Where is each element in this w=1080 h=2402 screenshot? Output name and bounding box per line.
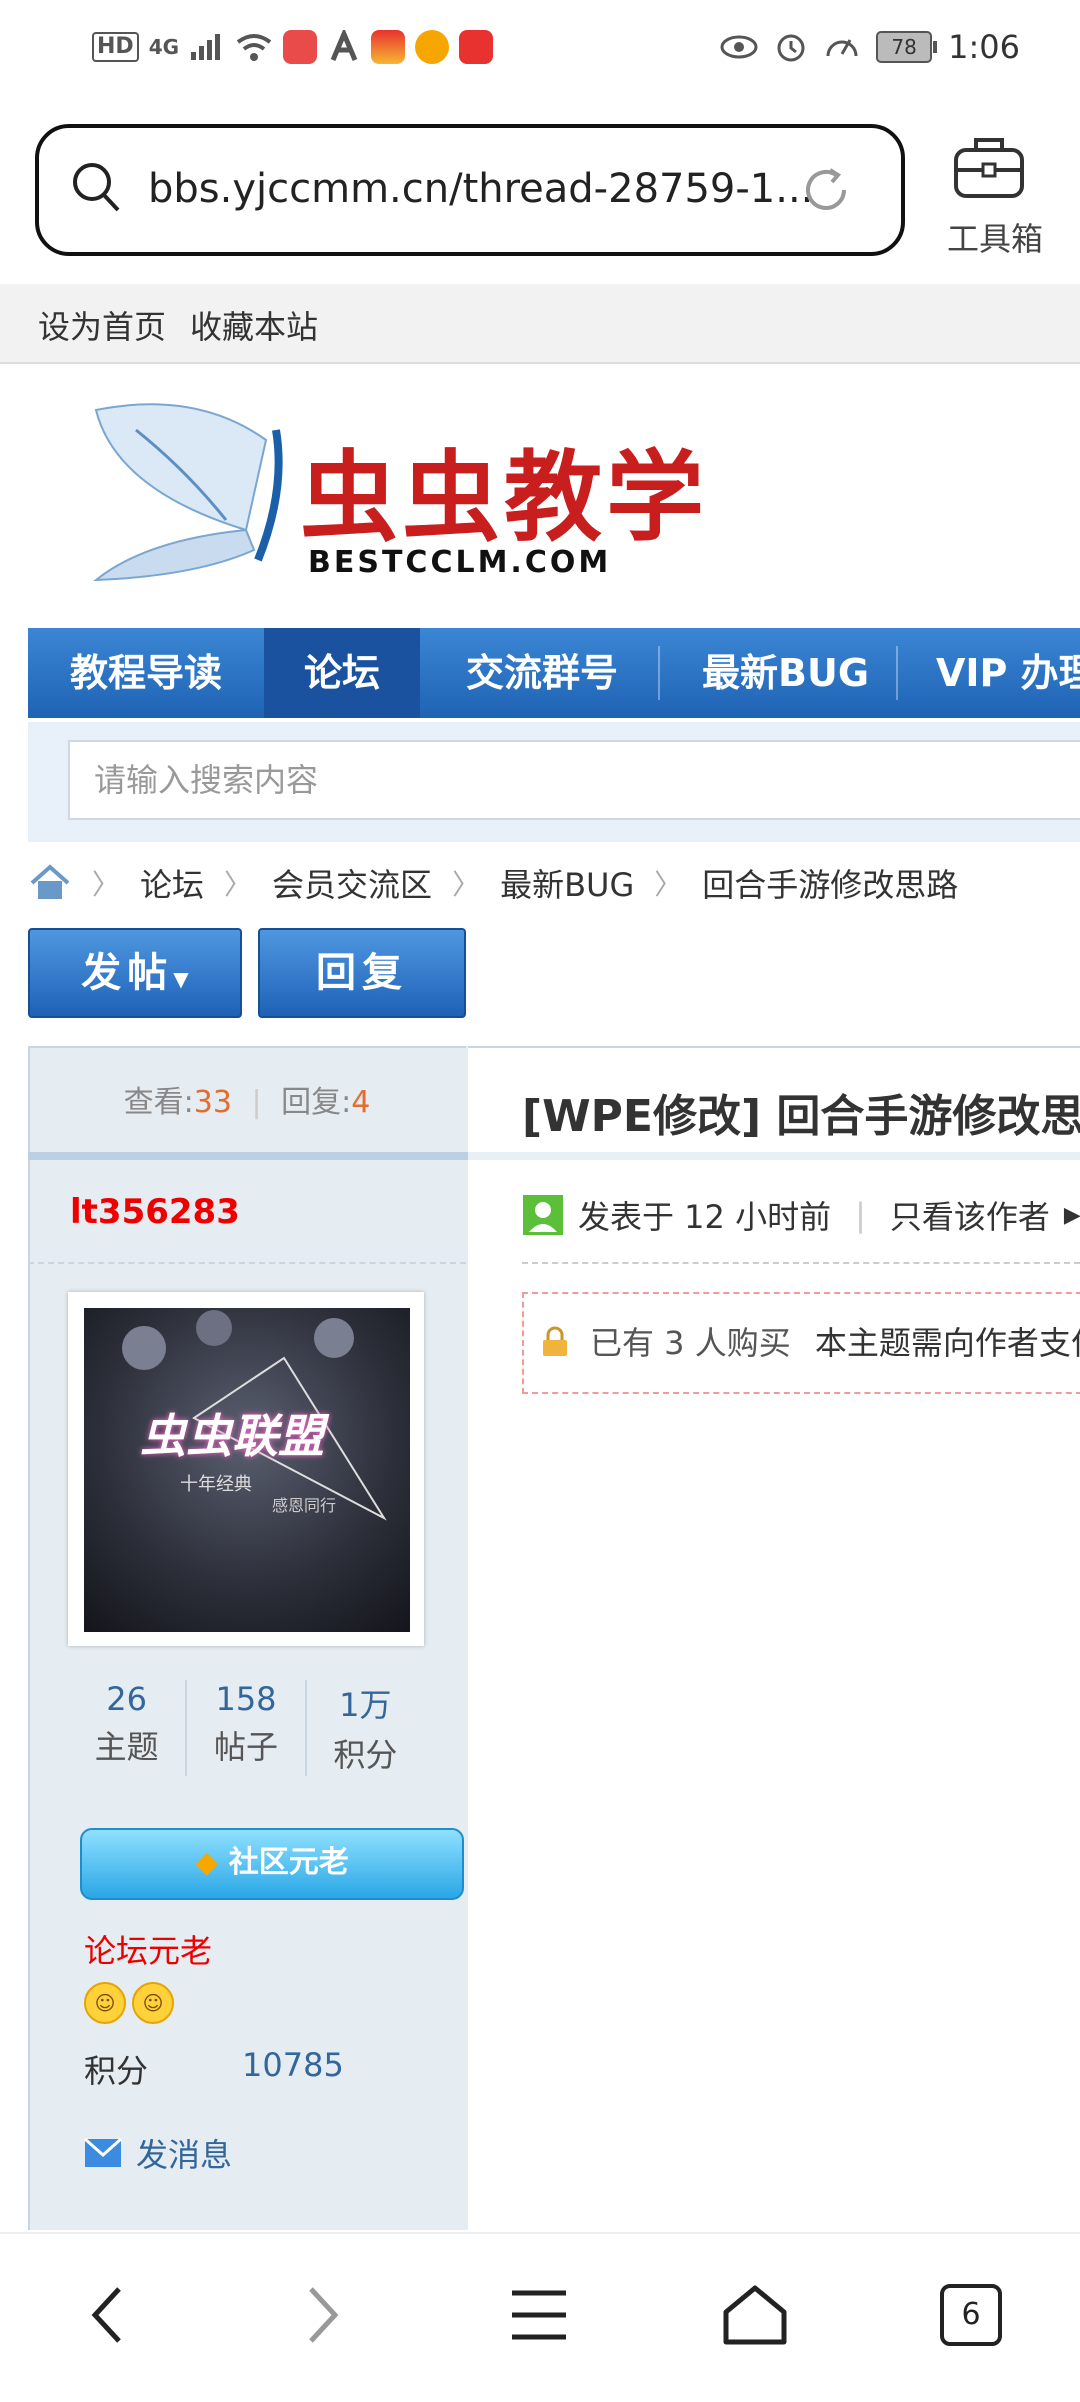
nav-vip[interactable]: VIP 办理: [936, 628, 1080, 718]
search-icon: [73, 163, 120, 212]
url-text[interactable]: bbs.yjccmm.cn/thread-28759-1...: [148, 166, 813, 212]
menu-icon: [512, 2290, 566, 2340]
home-icon: [723, 2285, 787, 2345]
chevron-right-icon: 〉: [92, 868, 121, 901]
clock: 1:06: [948, 28, 1020, 66]
divider: [28, 1152, 468, 1160]
thread-stats: 查看:33 | 回复:4: [28, 1046, 466, 1158]
taobao-app-icon: [459, 30, 494, 64]
chevron-right-icon: 〉: [654, 868, 683, 901]
caret-down-icon: ▼: [173, 967, 189, 991]
post-time: 发表于 12 小时前: [578, 1198, 832, 1236]
user-rank: 论坛元老: [84, 1932, 213, 1970]
hd-indicator: HD: [92, 32, 139, 62]
site-logo-subtitle: BESTCCLM.COM: [308, 545, 612, 580]
only-author-link[interactable]: 只看该作者: [890, 1192, 1050, 1238]
eye-icon: [720, 35, 758, 59]
smile-icon: ☺: [132, 1982, 174, 2024]
new-post-button[interactable]: 发帖▼: [28, 928, 242, 1018]
set-homepage-link[interactable]: 设为首页: [38, 302, 166, 348]
site-logo-text[interactable]: 虫虫教学: [300, 418, 708, 560]
toolbox-label[interactable]: 工具箱: [930, 214, 1060, 260]
chevron-right-icon: 〉: [224, 868, 253, 901]
back-button[interactable]: [62, 2270, 152, 2360]
avatar-title: 虫虫联盟: [140, 1409, 324, 1463]
reload-icon[interactable]: [800, 164, 852, 216]
chevron-right-icon: [309, 2287, 339, 2343]
rank-stars: ☺ ☺: [84, 1982, 174, 2024]
breadcrumb-forum[interactable]: 论坛: [140, 860, 204, 906]
chick-app-icon: [415, 30, 450, 64]
chevron-right-icon: 〉: [452, 868, 481, 901]
breadcrumb-member-area[interactable]: 会员交流区: [272, 860, 432, 906]
alarm-icon: [777, 34, 805, 62]
breadcrumb-thread[interactable]: 回合手游修改思路: [702, 860, 958, 906]
breadcrumb: 〉 论坛 〉 会员交流区 〉 最新BUG 〉 回合手游修改思路: [28, 858, 958, 908]
tabs-button[interactable]: 6: [926, 2270, 1016, 2360]
user-online-icon: [523, 1195, 563, 1235]
tabs-count: 6: [940, 2284, 1002, 2346]
stat-points[interactable]: 1万 积分: [304, 1680, 424, 1776]
divider: [28, 1262, 466, 1264]
author-stats: 26 主题 158 帖子 1万 积分: [68, 1680, 424, 1776]
site-top-links: 设为首页 收藏本站: [0, 284, 1080, 364]
nav-groups[interactable]: 交流群号: [466, 628, 618, 718]
nav-latest-bug[interactable]: 最新BUG: [702, 628, 869, 718]
breadcrumb-latest-bug[interactable]: 最新BUG: [500, 860, 634, 906]
stats-separator: |: [251, 1085, 262, 1120]
play-icon[interactable]: ▶: [1064, 1203, 1080, 1228]
nav-tutorials[interactable]: 教程导读: [70, 628, 222, 718]
post-meta: 发表于 12 小时前 | 只看该作者 ▶: [522, 1192, 1080, 1238]
smile-icon: ☺: [84, 1982, 126, 2024]
stat-posts[interactable]: 158 帖子: [185, 1680, 304, 1776]
site-nav: 教程导读 论坛 交流群号 最新BUG VIP 办理: [28, 628, 1080, 718]
nav-separator: [896, 646, 898, 700]
divider: [522, 1262, 1080, 1264]
forward-button[interactable]: [278, 2270, 368, 2360]
butterfly-logo-icon[interactable]: [76, 400, 296, 586]
status-left: HD 4G: [92, 30, 494, 64]
site-search-input[interactable]: 请输入搜索内容: [68, 740, 1080, 820]
score-label: 积分: [84, 2052, 149, 2090]
avatar-subtitle: 感恩同行: [272, 1496, 337, 1515]
purchase-count: 已有 3 人购买: [590, 1324, 791, 1362]
bookmark-site-link[interactable]: 收藏本站: [190, 302, 318, 348]
menu-button[interactable]: [494, 2270, 584, 2360]
mail-icon: [84, 2138, 122, 2167]
thread-title: [WPE修改] 回合手游修改思路: [522, 1091, 1080, 1142]
send-message-link[interactable]: 发消息: [84, 2130, 232, 2176]
toolbox-icon[interactable]: [952, 134, 1026, 200]
a-app-icon: [330, 30, 358, 61]
stat-topics[interactable]: 26 主题: [68, 1680, 185, 1776]
nav-separator: [658, 646, 660, 700]
speed-icon: [826, 39, 858, 57]
reply-button[interactable]: 回复: [258, 928, 466, 1018]
wifi-icon: [236, 34, 272, 61]
network-type: 4G: [148, 35, 180, 59]
divider: [468, 1152, 1080, 1160]
diamond-icon: ◆: [195, 1845, 219, 1880]
author-username[interactable]: lt356283: [70, 1192, 240, 1232]
views-count: 33: [193, 1085, 232, 1120]
medal-label: 社区元老: [228, 1845, 349, 1880]
avatar-subtitle: 十年经典: [180, 1474, 252, 1495]
home-icon[interactable]: [28, 863, 72, 903]
chevron-left-icon: [91, 2287, 121, 2343]
signal-icon: [191, 34, 221, 60]
score-value: 10785: [242, 2046, 344, 2084]
huawei-app-icon: [283, 30, 318, 64]
meta-separator: |: [855, 1196, 866, 1234]
replies-count: 4: [351, 1085, 371, 1120]
purchase-requirement: 本主题需向作者支付: [814, 1324, 1080, 1362]
nav-forum[interactable]: 论坛: [264, 628, 420, 718]
status-right: 78 1:06: [720, 28, 1020, 66]
shop-app-icon: [371, 30, 406, 64]
medal-badge[interactable]: ◆ 社区元老: [80, 1828, 464, 1900]
new-post-label: 发帖: [81, 950, 174, 996]
lock-icon: [543, 1326, 567, 1356]
battery-indicator: 78: [876, 31, 938, 63]
purchase-text: 已有 3 人购买 本主题需向作者支付: [590, 1318, 1080, 1364]
home-button[interactable]: [710, 2270, 800, 2360]
